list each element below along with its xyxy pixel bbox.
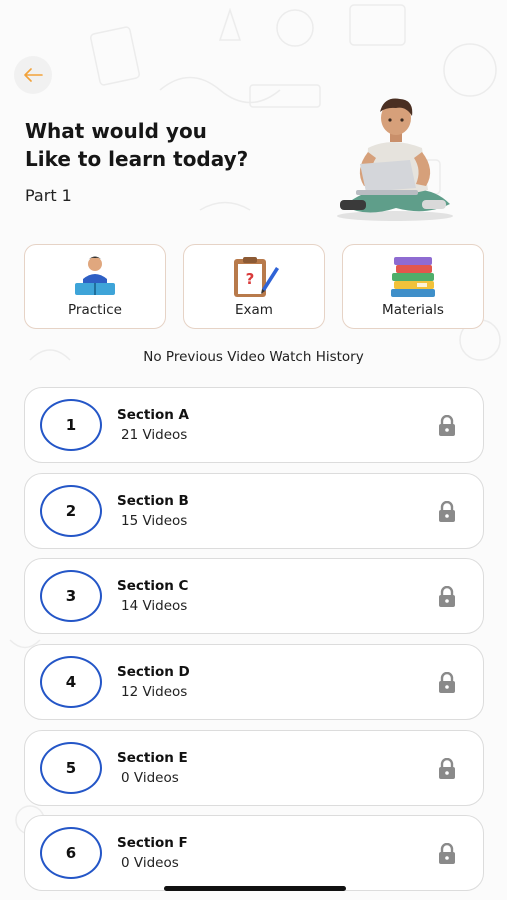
section-video-count: 21 Videos	[121, 427, 188, 443]
section-title: Section B	[117, 492, 189, 509]
section-number: 1	[40, 399, 102, 451]
section-card-e[interactable]: 5 Section E 0 Videos	[24, 729, 484, 806]
section-title: Section F	[117, 835, 188, 852]
exam-label: Exam	[235, 302, 273, 318]
exam-clipboard-icon: ?	[234, 257, 279, 297]
home-indicator[interactable]	[164, 886, 346, 891]
watch-history-note: No Previous Video Watch History	[143, 349, 364, 365]
lock-icon	[439, 586, 455, 608]
section-video-count: 0 Videos	[121, 855, 179, 872]
practice-card[interactable]: Practice	[24, 244, 166, 329]
back-arrow-icon	[24, 68, 43, 82]
section-list: 1 Section A 21 Videos 2 Section B 15 Vid…	[24, 387, 484, 900]
reading-student-icon	[75, 256, 115, 295]
exam-card[interactable]: ? Exam	[183, 244, 325, 329]
section-card-a[interactable]: 1 Section A 21 Videos	[24, 387, 484, 463]
section-number: 5	[40, 741, 102, 794]
section-card-c[interactable]: 3 Section C 14 Videos	[24, 558, 484, 635]
section-title: Section D	[117, 664, 190, 681]
lock-icon	[439, 415, 455, 436]
lock-icon	[439, 757, 455, 779]
section-title: Section E	[117, 749, 188, 766]
section-number: 6	[40, 827, 102, 880]
lock-icon	[439, 500, 455, 522]
materials-label: Materials	[382, 302, 444, 318]
course-screen: What would you Like to learn today? Part…	[0, 0, 507, 900]
section-video-count: 14 Videos	[121, 598, 188, 615]
lock-icon	[439, 843, 455, 865]
student-laptop-illustration	[337, 98, 453, 221]
greeting-line-2: Like to learn today?	[25, 147, 249, 171]
greeting-heading: What would you Like to learn today?	[25, 117, 315, 173]
back-button[interactable]	[14, 56, 52, 94]
part-label: Part 1	[25, 186, 72, 205]
section-card-d[interactable]: 4 Section D 12 Videos	[24, 644, 484, 721]
practice-label: Practice	[68, 302, 122, 318]
section-video-count: 12 Videos	[121, 684, 188, 701]
section-number: 2	[40, 484, 102, 537]
section-card-b[interactable]: 2 Section B 15 Videos	[24, 472, 484, 549]
section-video-count: 0 Videos	[121, 769, 179, 786]
section-number: 3	[40, 570, 102, 623]
section-card-f[interactable]: 6 Section F 0 Videos	[24, 815, 484, 892]
book-stack-icon	[391, 257, 435, 297]
section-title: Section C	[117, 578, 189, 595]
section-video-count: 15 Videos	[121, 512, 188, 529]
section-number: 4	[40, 656, 102, 709]
greeting-line-1: What would you	[25, 119, 207, 143]
svg-text:?: ?	[246, 270, 255, 288]
section-title: Section A	[117, 407, 189, 423]
lock-icon	[439, 672, 455, 694]
materials-card[interactable]: Materials	[342, 244, 484, 329]
